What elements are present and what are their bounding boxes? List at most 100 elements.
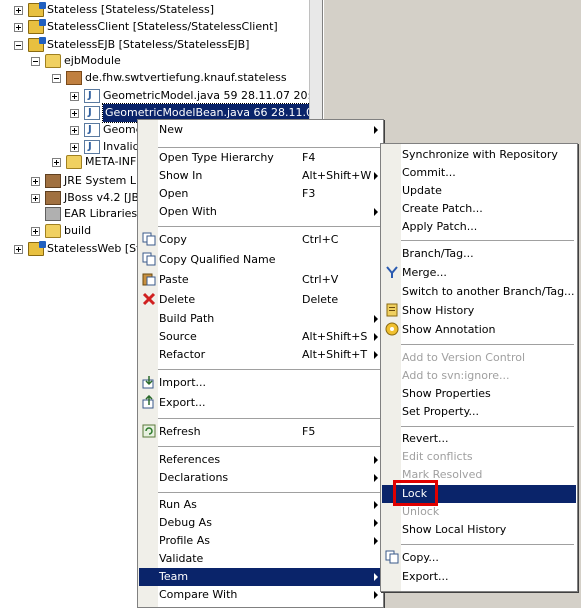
menu-item-svn-copy[interactable]: Copy... [382, 549, 576, 567]
expand-icon[interactable] [52, 157, 61, 167]
menu-item-source[interactable]: Source Alt+Shift+S [139, 328, 382, 346]
menu-item-refresh[interactable]: Refresh F5 [139, 423, 382, 441]
submenu-arrow-icon [374, 573, 378, 581]
tree-item-statelessweb[interactable]: StatelessWeb [Sta [14, 240, 147, 258]
menu-item-debug-as[interactable]: Debug As [139, 514, 382, 532]
menu-item-refactor[interactable]: Refactor Alt+Shift+T [139, 346, 382, 364]
expand-icon[interactable] [70, 91, 79, 101]
expand-icon[interactable] [14, 5, 23, 15]
menu-item-import[interactable]: Import... [139, 374, 382, 392]
tree-item-stateless[interactable]: Stateless [Stateless/Stateless] [14, 1, 214, 19]
menu-item-svn-export[interactable]: Export... [382, 568, 576, 586]
menu-item-validate[interactable]: Validate [139, 550, 382, 568]
menu-item-create-patch[interactable]: Create Patch... [382, 200, 576, 218]
folder-icon [66, 155, 82, 169]
menu-item-commit[interactable]: Commit... [382, 164, 576, 182]
menu-item-apply-patch[interactable]: Apply Patch... [382, 218, 576, 236]
tree-item-geome[interactable]: Geome [70, 121, 143, 139]
menu-item-copy-qualified-name[interactable]: Copy Qualified Name [139, 251, 382, 269]
submenu-arrow-icon [374, 501, 378, 509]
menu-item-synchronize[interactable]: Synchronize with Repository [382, 146, 576, 164]
annotation-icon [385, 322, 399, 336]
tree-item-ejbmodule[interactable]: ejbModule [31, 52, 121, 70]
menu-item-update[interactable]: Update [382, 182, 576, 200]
menu-item-label: Copy... [402, 551, 439, 564]
menu-separator [401, 344, 574, 345]
menu-item-open[interactable]: Open F3 [139, 185, 382, 203]
expand-icon[interactable] [70, 125, 79, 135]
tree-item-statelessclient[interactable]: StatelessClient [Stateless/StatelessClie… [14, 18, 278, 36]
menu-item-label: Synchronize with Repository [402, 148, 558, 161]
menu-item-label: Delete [159, 293, 196, 306]
library-icon [45, 191, 61, 205]
tree-item-label: de.fhw.swtvertiefung.knauf.stateless [85, 71, 287, 84]
menu-item-switch-branch[interactable]: Switch to another Branch/Tag... [382, 283, 576, 301]
menu-item-add-to-svn-ignore[interactable]: Add to svn:ignore... [382, 367, 576, 385]
expand-icon[interactable] [14, 244, 23, 254]
menu-item-edit-conflicts[interactable]: Edit conflicts [382, 448, 576, 466]
expand-icon[interactable] [70, 108, 79, 118]
menu-item-declarations[interactable]: Declarations [139, 469, 382, 487]
menu-item-profile-as[interactable]: Profile As [139, 532, 382, 550]
menu-item-show-history[interactable]: Show History [382, 302, 576, 320]
menu-item-branch-tag[interactable]: Branch/Tag... [382, 245, 576, 263]
menu-item-shortcut: F3 [302, 187, 316, 200]
menu-item-label: Merge... [402, 266, 447, 279]
expand-icon[interactable] [31, 226, 40, 236]
expand-icon[interactable] [14, 22, 23, 32]
menu-item-export[interactable]: Export... [139, 394, 382, 412]
menu-item-paste[interactable]: Paste Ctrl+V [139, 271, 382, 289]
library-icon [45, 207, 61, 221]
menu-item-label: Show History [402, 304, 475, 317]
collapse-icon[interactable] [52, 73, 61, 83]
menu-item-show-properties[interactable]: Show Properties [382, 385, 576, 403]
menu-item-delete[interactable]: Delete Delete [139, 291, 382, 309]
menu-item-copy[interactable]: Copy Ctrl+C [139, 231, 382, 249]
tree-item-build[interactable]: build [31, 222, 91, 240]
menu-item-run-as[interactable]: Run As [139, 496, 382, 514]
tree-item-label: StatelessClient [Stateless/StatelessClie… [47, 20, 278, 33]
menu-item-label: Open [159, 187, 189, 200]
menu-item-label: Debug As [159, 516, 212, 529]
delete-icon [142, 292, 156, 306]
expand-icon[interactable] [31, 193, 40, 203]
expand-icon[interactable] [70, 142, 79, 152]
submenu-arrow-icon [374, 126, 378, 134]
tree-item-label: StatelessWeb [Sta [47, 242, 148, 255]
tree-item-package[interactable]: de.fhw.swtvertiefung.knauf.stateless [52, 69, 287, 87]
merge-icon [385, 265, 399, 279]
menu-item-show-local-history[interactable]: Show Local History [382, 521, 576, 539]
menu-item-build-path[interactable]: Build Path [139, 310, 382, 328]
copy-icon [142, 232, 156, 246]
tree-item-geometricmodel[interactable]: GeometricModel.java 59 28.11.07 20:00 kn [70, 87, 322, 105]
menu-item-open-with[interactable]: Open With [139, 203, 382, 221]
menu-item-shortcut: Ctrl+C [302, 233, 339, 246]
menu-item-show-in[interactable]: Show In Alt+Shift+W [139, 167, 382, 185]
menu-separator [158, 369, 380, 370]
menu-item-open-type-hierarchy[interactable]: Open Type Hierarchy F4 [139, 149, 382, 167]
menu-item-label: Refactor [159, 348, 206, 361]
menu-item-add-to-version-control[interactable]: Add to Version Control [382, 349, 576, 367]
menu-item-label: Build Path [159, 312, 215, 325]
menu-item-label: Set Property... [402, 405, 480, 418]
collapse-icon[interactable] [31, 56, 40, 66]
submenu-arrow-icon [374, 333, 378, 341]
menu-item-new[interactable]: New [139, 121, 382, 139]
tree-item-ear-libraries[interactable]: EAR Libraries [45, 205, 137, 223]
menu-item-team[interactable]: Team [139, 568, 382, 586]
menu-item-compare-with[interactable]: Compare With [139, 586, 382, 604]
highlight-annotation-box [393, 480, 438, 506]
menu-item-revert[interactable]: Revert... [382, 430, 576, 448]
menu-item-references[interactable]: References [139, 451, 382, 469]
collapse-icon[interactable] [14, 40, 23, 50]
tree-item-meta-inf[interactable]: META-INF [52, 153, 136, 171]
menu-item-label: Source [159, 330, 197, 343]
team-submenu: Synchronize with Repository Commit... Up… [380, 143, 578, 592]
menu-item-show-annotation[interactable]: Show Annotation [382, 321, 576, 339]
menu-item-set-property[interactable]: Set Property... [382, 403, 576, 421]
menu-item-label: Profile As [159, 534, 210, 547]
tree-item-jre[interactable]: JRE System Li [31, 172, 139, 190]
menu-item-label: Run As [159, 498, 197, 511]
expand-icon[interactable] [31, 176, 40, 186]
menu-item-merge[interactable]: Merge... [382, 264, 576, 282]
